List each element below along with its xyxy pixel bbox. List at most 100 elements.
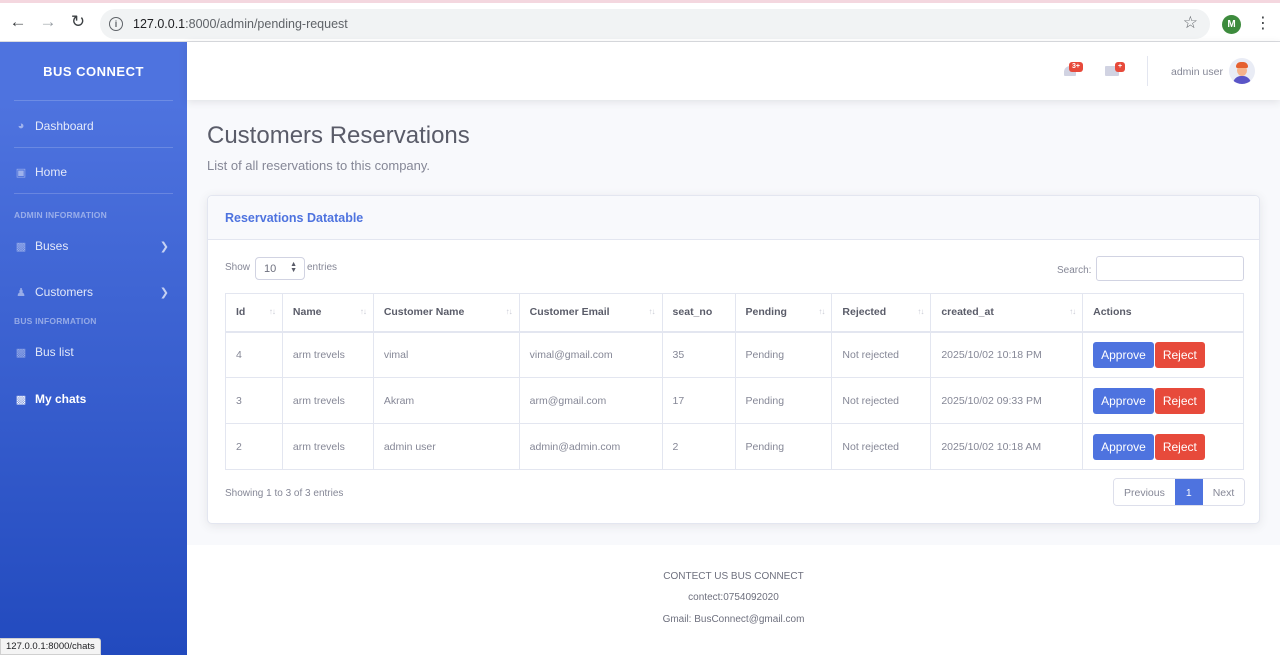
entries-select[interactable]: 10 ▲ ▼ — [255, 257, 305, 280]
sort-icon: ↑↓ — [917, 307, 924, 316]
sidebar-item-home[interactable]: ▣ Home — [0, 160, 187, 184]
cell-seat-no: 35 — [661, 331, 736, 378]
cell-created-at: 2025/10/02 10:18 AM — [930, 423, 1084, 470]
address-bar[interactable]: i 127.0.0.1:8000/admin/pending-request ☆ — [100, 9, 1210, 39]
messages-envelope-icon[interactable]: + — [1105, 62, 1126, 76]
cell-seat-no: 17 — [661, 377, 736, 424]
show-label: Show — [225, 262, 251, 273]
brand-logo[interactable]: BUS CONNECT — [0, 42, 187, 100]
sidebar-item-dashboard[interactable]: ◕ Dashboard — [0, 114, 187, 138]
reload-icon[interactable]: ↻ — [63, 7, 93, 37]
cell-customer-name: admin user — [372, 423, 520, 470]
bus-icon: ▩ — [15, 240, 27, 253]
page-1-button[interactable]: 1 — [1174, 479, 1203, 505]
column-header-created-at[interactable]: created_at ↑↓ — [930, 293, 1084, 333]
cell-created-at: 2025/10/02 10:18 PM — [930, 331, 1084, 378]
avatar-body — [1233, 76, 1251, 84]
next-page-button[interactable]: Next — [1202, 479, 1245, 505]
profile-avatar[interactable]: M — [1222, 15, 1241, 34]
sidebar-item-label: Dashboard — [35, 119, 94, 133]
table-header-row: Id ↑↓ Name ↑↓ Customer Name ↑↓ Customer Ema… — [225, 293, 1244, 333]
table-row: 3 arm trevels Akram arm@gmail.com 17 Pen… — [225, 377, 1244, 424]
cell-email: vimal@gmail.com — [518, 331, 663, 378]
cell-name[interactable]: arm trevels — [281, 377, 374, 424]
reservations-table: Id ↑↓ Name ↑↓ Customer Name ↑↓ Customer Ema… — [225, 293, 1244, 470]
reject-button[interactable]: Reject — [1154, 341, 1205, 368]
sidebar-divider — [14, 193, 173, 194]
browser-toolbar: ← → ↻ i 127.0.0.1:8000/admin/pending-req… — [0, 0, 1280, 42]
home-icon: ▣ — [15, 166, 27, 179]
cell-created-at: 2025/10/02 09:33 PM — [930, 377, 1084, 424]
sort-icon: ↑↓ — [818, 307, 825, 316]
approve-button[interactable]: Approve — [1093, 387, 1154, 414]
column-header-pending[interactable]: Pending ↑↓ — [734, 293, 833, 333]
cell-customer-name: vimal — [372, 331, 520, 378]
column-header-rejected[interactable]: Rejected ↑↓ — [831, 293, 932, 333]
browser-menu-icon[interactable]: ⋮ — [1255, 15, 1271, 33]
messages-badge: + — [1115, 62, 1126, 72]
sidebar-item-label: My chats — [35, 392, 87, 406]
sort-icon: ↑↓ — [505, 307, 513, 316]
cell-actions: Approve Reject — [1082, 331, 1244, 378]
cell-id: 4 — [225, 331, 283, 378]
cell-email: admin@admin.com — [518, 423, 663, 470]
column-header-name[interactable]: Name ↑↓ — [281, 293, 374, 333]
sidebar-item-my-chats[interactable]: ▩ My chats — [0, 387, 187, 411]
user-name[interactable]: admin user — [1171, 66, 1223, 78]
cell-rejected: Not rejected — [831, 377, 932, 424]
cell-customer-name: Akram — [372, 377, 520, 424]
column-header-customer-email[interactable]: Customer Email ↑↓ — [518, 293, 663, 333]
cell-actions: Approve Reject — [1082, 377, 1244, 424]
cell-actions: Approve Reject — [1082, 423, 1244, 470]
page-title: Customers Reservations — [207, 122, 470, 149]
footer-phone: contect:0754092020 — [688, 592, 779, 603]
sidebar-item-buses[interactable]: ▩ Buses ❯ — [0, 234, 187, 258]
sort-icon: ↑↓ — [268, 307, 276, 316]
search-label: Search: — [1057, 265, 1092, 276]
link-status-bubble: 127.0.0.1:8000/chats — [0, 638, 101, 655]
column-header-customer-name[interactable]: Customer Name ↑↓ — [372, 293, 520, 333]
sort-icon: ↑↓ — [359, 307, 367, 316]
previous-page-button[interactable]: Previous — [1114, 479, 1175, 505]
cell-pending: Pending — [734, 423, 833, 470]
sort-icon: ↑↓ — [648, 307, 656, 316]
search-input[interactable] — [1096, 256, 1244, 281]
site-info-icon[interactable]: i — [109, 17, 123, 31]
forward-arrow-icon[interactable]: → — [33, 7, 63, 37]
topbar: 3+ + admin user — [187, 42, 1280, 100]
url-text[interactable]: 127.0.0.1:8000/admin/pending-request — [133, 17, 348, 31]
sidebar: BUS CONNECT ◕ Dashboard ▣ Home ADMIN INF… — [0, 42, 187, 655]
cell-name[interactable]: arm trevels — [281, 331, 374, 378]
bus-icon: ▩ — [15, 346, 27, 359]
reject-button[interactable]: Reject — [1154, 387, 1205, 414]
users-icon: ♟ — [16, 286, 26, 299]
approve-button[interactable]: Approve — [1093, 341, 1154, 368]
sidebar-divider — [14, 100, 173, 101]
user-avatar[interactable] — [1229, 58, 1255, 84]
table-info: Showing 1 to 3 of 3 entries — [225, 488, 344, 499]
cell-rejected: Not rejected — [831, 331, 932, 378]
dashboard-icon: ◕ — [17, 120, 25, 132]
reservations-card: Reservations Datatable Show 10 ▲ ▼ entrie… — [207, 195, 1260, 524]
bookmark-star-icon[interactable]: ☆ — [1183, 13, 1198, 33]
column-header-seat-no[interactable]: seat_no — [661, 293, 736, 333]
sidebar-heading-admin: ADMIN INFORMATION — [14, 210, 107, 220]
chevron-right-icon: ❯ — [159, 240, 169, 253]
cell-name[interactable]: arm trevels — [281, 423, 374, 470]
column-header-id[interactable]: Id ↑↓ — [225, 293, 283, 333]
sidebar-item-bus-list[interactable]: ▩ Bus list — [0, 340, 187, 364]
sidebar-divider — [14, 147, 173, 148]
cell-rejected: Not rejected — [831, 423, 932, 470]
alerts-badge: 3+ — [1069, 62, 1083, 72]
reject-button[interactable]: Reject — [1154, 433, 1205, 460]
approve-button[interactable]: Approve — [1093, 433, 1154, 460]
select-arrows-icon: ▲ ▼ — [290, 261, 297, 274]
sidebar-item-label: Home — [35, 165, 68, 179]
back-arrow-icon[interactable]: ← — [3, 7, 33, 37]
alerts-bell-icon[interactable]: 3+ — [1062, 62, 1083, 80]
avatar-hair — [1236, 62, 1248, 68]
sidebar-heading-bus: BUS INFORMATION — [14, 316, 97, 326]
table-row: 4 arm trevels vimal vimal@gmail.com 35 P… — [225, 331, 1244, 378]
sidebar-item-customers[interactable]: ♟ Customers ❯ — [0, 280, 187, 304]
cell-pending: Pending — [734, 331, 833, 378]
